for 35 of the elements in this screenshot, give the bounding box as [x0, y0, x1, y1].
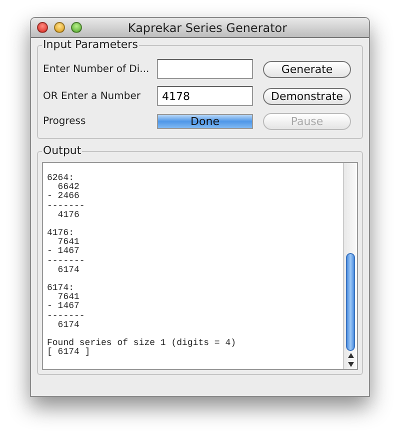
output-line: ------- [47, 202, 85, 211]
panel-title: Output [42, 144, 82, 157]
panel-title: Input Parameters [42, 38, 139, 51]
push-button[interactable]: Generate [263, 60, 351, 78]
output-line: 4176 [56, 210, 80, 220]
output-line: ------- [47, 256, 85, 266]
scroll-thumb[interactable] [346, 253, 355, 351]
output-line: - 2466 [47, 192, 80, 202]
output-line: 6264: [47, 174, 74, 183]
output-line: ------- [47, 312, 85, 321]
input-field[interactable] [157, 59, 253, 79]
scrollbar[interactable] [343, 163, 357, 369]
output-line: Found series of size 1 (digits = 4) [47, 339, 236, 348]
output-line: 7641 [56, 238, 80, 248]
output-line: 7641 [56, 293, 80, 302]
minimize-button[interactable] [54, 22, 65, 33]
output-line: - 1467 [47, 247, 80, 257]
push-button[interactable]: Demonstrate [263, 88, 351, 104]
output-line: 6174: [47, 284, 74, 294]
zoom-button[interactable] [71, 22, 82, 33]
output-line: - 1467 [47, 302, 80, 312]
output-line: 6174 [56, 320, 80, 330]
scroll-down-icon[interactable] [348, 360, 354, 369]
close-button[interactable] [37, 22, 48, 33]
output-line: 6174 [56, 266, 80, 276]
progress-bar: Done [157, 114, 253, 129]
output-line: [ 6174 ] [47, 348, 90, 358]
scroll-up-icon[interactable] [348, 351, 354, 360]
output-line: 6642 [56, 183, 80, 192]
field-label: Progress [43, 116, 86, 127]
output-line: 4176: [47, 229, 74, 238]
field-label: OR Enter a Number [43, 90, 140, 102]
input-field[interactable]: 4178 [157, 86, 253, 106]
window-title: Kaprekar Series Generator [128, 20, 288, 34]
field-label: Enter Number of Di... [43, 64, 150, 74]
